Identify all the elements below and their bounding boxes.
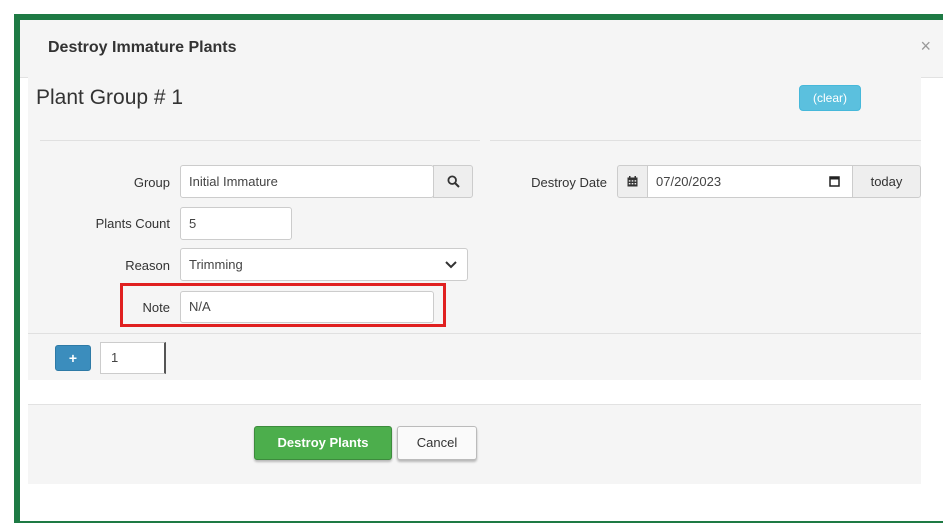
- title-divider-right: [490, 140, 921, 141]
- search-icon: [446, 175, 460, 188]
- section-gap: [28, 380, 921, 404]
- chevron-down-icon: [445, 261, 457, 269]
- reason-value: Trimming: [189, 257, 243, 272]
- destroy-date-value: 07/20/2023: [656, 174, 722, 189]
- today-button[interactable]: today: [852, 165, 921, 198]
- plant-group-title: Plant Group # 1: [36, 86, 184, 109]
- destroy-plants-button[interactable]: Destroy Plants: [254, 426, 392, 460]
- plants-count-label: Plants Count: [95, 216, 170, 231]
- destroy-date-label: Destroy Date: [531, 175, 607, 190]
- title-divider-left: [40, 140, 480, 141]
- clear-button[interactable]: (clear): [799, 85, 861, 111]
- note-highlight-box: [120, 283, 446, 327]
- plant-group-panel: Plant Group # 1: [28, 70, 921, 430]
- reason-select[interactable]: Trimming: [180, 248, 468, 281]
- group-search-button[interactable]: [433, 165, 473, 198]
- cancel-button[interactable]: Cancel: [397, 426, 477, 460]
- group-label: Group: [133, 175, 170, 190]
- row-divider: [28, 333, 921, 334]
- reason-label: Reason: [125, 258, 170, 273]
- group-input[interactable]: Initial Immature: [180, 165, 434, 198]
- group-count-input[interactable]: 1: [100, 342, 166, 374]
- plus-icon: +: [68, 350, 78, 366]
- modal-title: Destroy Immature Plants: [48, 39, 237, 56]
- plants-count-input[interactable]: 5: [180, 207, 292, 240]
- destroy-date-input[interactable]: 07/20/2023: [647, 165, 853, 198]
- close-icon[interactable]: ×: [920, 36, 931, 57]
- calendar-icon: [627, 176, 638, 187]
- destroy-date-calendar-addon: [617, 165, 648, 198]
- add-plant-group-button[interactable]: +: [55, 345, 91, 371]
- date-picker-icon[interactable]: [829, 176, 840, 187]
